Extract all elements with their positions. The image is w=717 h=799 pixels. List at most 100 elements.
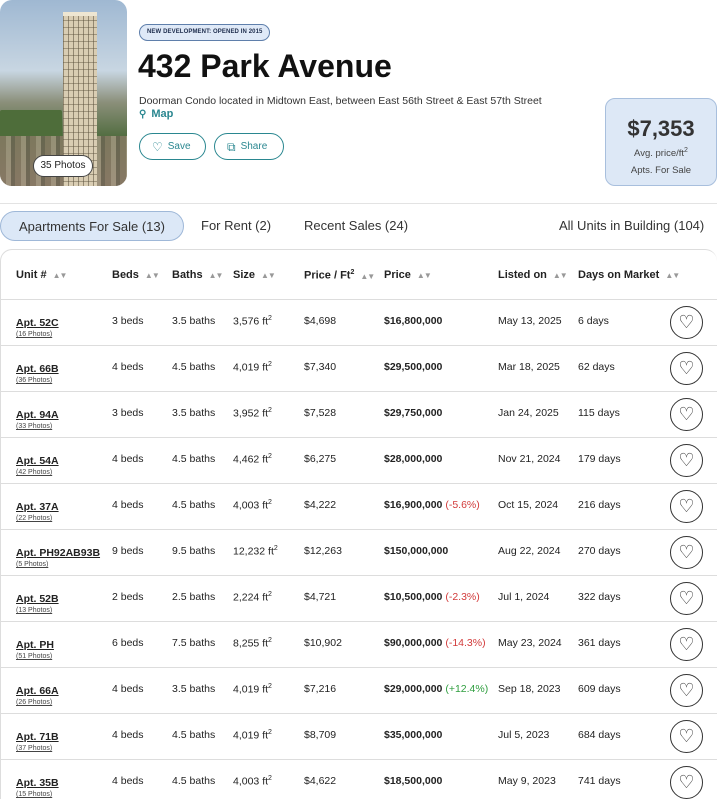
size-value: 3,952 ft: [233, 407, 269, 420]
heart-icon[interactable]: ♡: [670, 352, 703, 385]
baths-cell: 9.5 baths: [172, 545, 216, 557]
heart-icon[interactable]: ♡: [670, 444, 703, 477]
baths-cell: 4.5 baths: [172, 729, 216, 741]
heart-icon[interactable]: ♡: [670, 674, 703, 707]
price-cell: $90,000,000 (-14.3%): [384, 637, 486, 649]
price-value: $29,000,000: [384, 683, 443, 695]
price-per-ft-cell: $4,698: [304, 315, 337, 327]
heart-icon[interactable]: ♡: [670, 766, 703, 799]
table-row[interactable]: Apt. 52B (13 Photos) 2 beds 2.5 baths 2,224 …: [1, 576, 717, 622]
unit-link[interactable]: Apt. PH: [16, 639, 54, 651]
unit-photos-link[interactable]: (37 Photos): [16, 745, 52, 752]
beds-cell: 4 beds: [112, 729, 144, 741]
table-row[interactable]: Apt. 94A (33 Photos) 3 beds 3.5 baths 3,952 …: [1, 392, 717, 438]
price-per-ft-cell: $8,709: [304, 729, 337, 741]
unit-photos-link[interactable]: (13 Photos): [16, 607, 52, 614]
unit-link[interactable]: Apt. 52B: [16, 593, 59, 605]
unit-link[interactable]: Apt. 35B: [16, 777, 59, 789]
price-per-ft-cell: $4,222: [304, 499, 337, 511]
listed-on-cell: Jan 24, 2025: [498, 407, 559, 419]
price-value: $16,900,000: [384, 499, 443, 511]
tab-recent-sales[interactable]: Recent Sales (24): [304, 211, 408, 241]
price-value: $90,000,000: [384, 637, 443, 649]
sort-icon: ▲▼: [416, 271, 432, 280]
unit-photos-link[interactable]: (16 Photos): [16, 331, 52, 338]
size-value: 4,462 ft: [233, 453, 269, 466]
unit-link[interactable]: Apt. 71B: [16, 731, 59, 743]
size-value: 4,019 ft: [233, 729, 269, 742]
heart-icon[interactable]: ♡: [670, 720, 703, 753]
unit-link[interactable]: Apt. 52C: [16, 317, 59, 329]
unit-link[interactable]: Apt. 66B: [16, 363, 59, 375]
col-beds[interactable]: Beds ▲▼: [112, 269, 160, 281]
apts-for-sale-label: Apts. For Sale: [630, 165, 692, 177]
unit-photos-link[interactable]: (22 Photos): [16, 515, 52, 522]
beds-cell: 4 beds: [112, 499, 144, 511]
heart-icon[interactable]: ♡: [670, 628, 703, 661]
page-title: 432 Park Avenue: [138, 48, 392, 84]
map-pin-icon: ⚲: [139, 108, 147, 120]
price-change: (-5.6%): [445, 499, 480, 511]
col-price[interactable]: Price ▲▼: [384, 269, 432, 281]
unit-link[interactable]: Apt. 66A: [16, 685, 59, 697]
unit-photos-link[interactable]: (33 Photos): [16, 423, 52, 430]
avg-price-sup: 2: [684, 147, 688, 154]
table-row[interactable]: Apt. 35B (15 Photos) 4 beds 4.5 baths 4,003 …: [1, 760, 717, 799]
table-header: Unit # ▲▼ Beds ▲▼ Baths ▲▼ Size ▲▼ Price / F…: [1, 250, 717, 300]
size-sup: 2: [268, 729, 272, 736]
heart-icon[interactable]: ♡: [670, 398, 703, 431]
unit-link[interactable]: Apt. 94A: [16, 409, 59, 421]
table-row[interactable]: Apt. 37A (22 Photos) 4 beds 4.5 baths 4,003 …: [1, 484, 717, 530]
unit-photos-link[interactable]: (51 Photos): [16, 653, 52, 660]
heart-icon[interactable]: ♡: [670, 306, 703, 339]
photo-count-button[interactable]: 35 Photos: [33, 155, 93, 177]
heart-icon[interactable]: ♡: [670, 536, 703, 569]
col-price-per-ft[interactable]: Price / Ft2 ▲▼: [304, 269, 375, 282]
unit-photos-link[interactable]: (26 Photos): [16, 699, 52, 706]
map-link[interactable]: ⚲ Map: [139, 108, 173, 120]
table-row[interactable]: Apt. 66A (26 Photos) 4 beds 3.5 baths 4,019 …: [1, 668, 717, 714]
tab-for-rent[interactable]: For Rent (2): [201, 211, 271, 241]
baths-cell: 4.5 baths: [172, 361, 216, 373]
table-row[interactable]: Apt. 71B (37 Photos) 4 beds 4.5 baths 4,019 …: [1, 714, 717, 760]
beds-cell: 4 beds: [112, 683, 144, 695]
days-on-market-cell: 741 days: [578, 775, 621, 787]
avg-price-box: $7,353 Avg. price/ft2 Apts. For Sale: [605, 98, 717, 186]
col-listed-on[interactable]: Listed on ▲▼: [498, 269, 568, 281]
col-unit[interactable]: Unit # ▲▼: [16, 269, 68, 281]
unit-link[interactable]: Apt. 37A: [16, 501, 59, 513]
sort-icon: ▲▼: [52, 271, 68, 280]
table-row[interactable]: Apt. 54A (42 Photos) 4 beds 4.5 baths 4,462 …: [1, 438, 717, 484]
unit-photos-link[interactable]: (36 Photos): [16, 377, 52, 384]
unit-photos-link[interactable]: (15 Photos): [16, 791, 52, 798]
col-baths[interactable]: Baths ▲▼: [172, 269, 223, 281]
size-cell: 4,003 ft2: [233, 499, 272, 512]
price-value: $29,500,000: [384, 361, 443, 373]
col-days-on-market[interactable]: Days on Market ▲▼: [578, 269, 680, 281]
heart-icon[interactable]: ♡: [670, 582, 703, 615]
unit-link[interactable]: Apt. PH92AB93B: [16, 547, 100, 559]
price-value: $28,000,000: [384, 453, 443, 465]
unit-link[interactable]: Apt. 54A: [16, 455, 59, 467]
share-button[interactable]: ⧉ Share: [214, 133, 284, 160]
building-photo[interactable]: 35 Photos: [0, 0, 127, 186]
tab-all-units[interactable]: All Units in Building (104): [559, 211, 704, 241]
tab-for-sale[interactable]: Apartments For Sale (13): [0, 211, 184, 241]
unit-photos-link[interactable]: (5 Photos): [16, 561, 48, 568]
size-sup: 2: [268, 407, 272, 414]
save-button[interactable]: ♡ Save: [139, 133, 206, 160]
table-row[interactable]: Apt. PH92AB93B (5 Photos) 9 beds 9.5 baths 1…: [1, 530, 717, 576]
building-description: Doorman Condo located in Midtown East, b…: [139, 95, 542, 107]
tower-top: [63, 12, 97, 16]
col-size[interactable]: Size ▲▼: [233, 269, 276, 281]
baths-cell: 4.5 baths: [172, 453, 216, 465]
heart-icon[interactable]: ♡: [670, 490, 703, 523]
price-cell: $16,900,000 (-5.6%): [384, 499, 480, 511]
table-row[interactable]: Apt. 66B (36 Photos) 4 beds 4.5 baths 4,019 …: [1, 346, 717, 392]
table-row[interactable]: Apt. PH (51 Photos) 6 beds 7.5 baths 8,255 f…: [1, 622, 717, 668]
unit-photos-link[interactable]: (42 Photos): [16, 469, 52, 476]
size-sup: 2: [268, 775, 272, 782]
table-row[interactable]: Apt. 52C (16 Photos) 3 beds 3.5 baths 3,576 …: [1, 300, 717, 346]
size-cell: 2,224 ft2: [233, 591, 272, 604]
baths-cell: 4.5 baths: [172, 775, 216, 787]
